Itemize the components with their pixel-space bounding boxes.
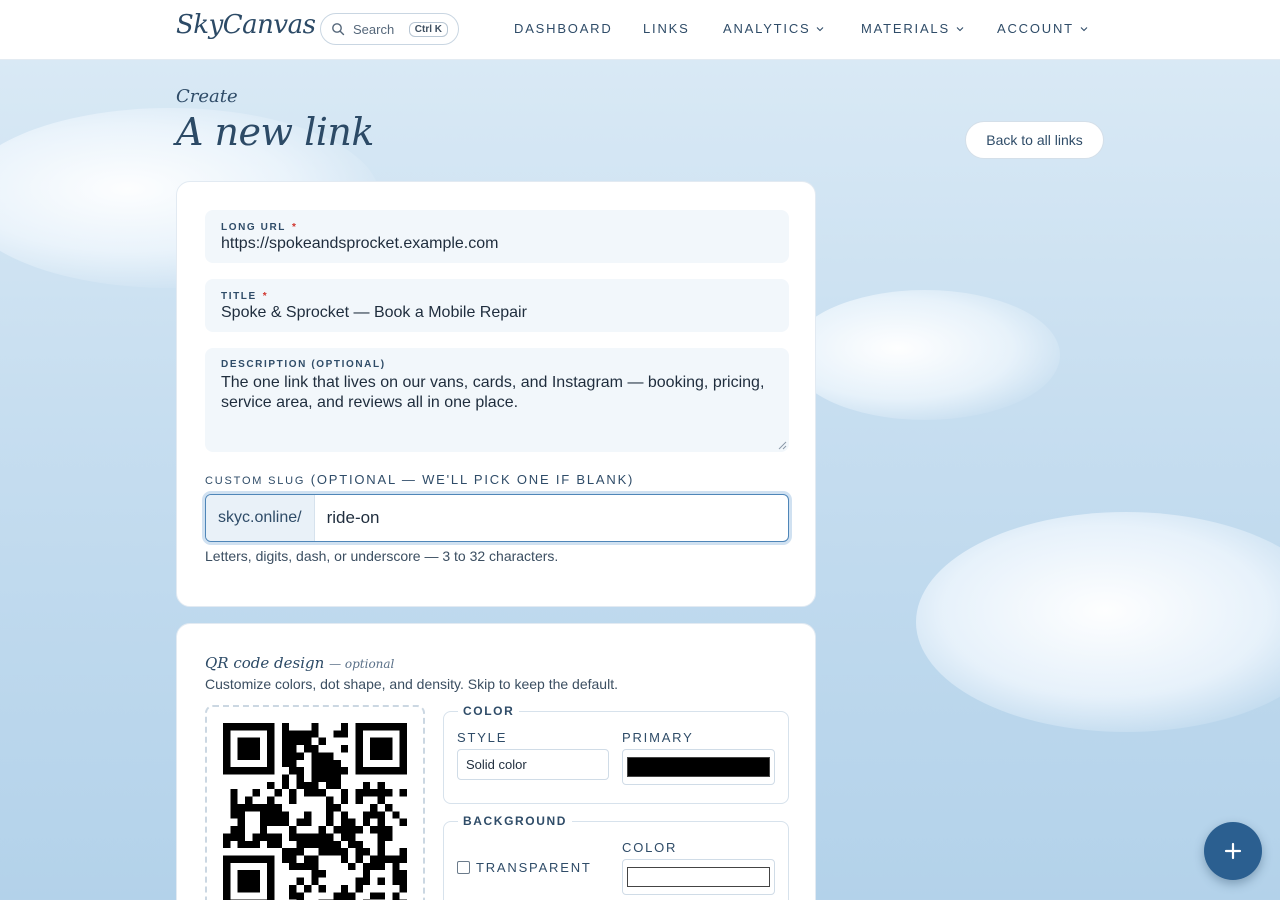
- qr-code-icon: [223, 723, 407, 900]
- shortcut-badge: Ctrl K: [408, 21, 448, 37]
- nav-item-label: ANALYTICS: [723, 21, 811, 36]
- background-legend: BACKGROUND: [458, 814, 572, 828]
- qr-code-preview: [205, 705, 425, 900]
- title-label: TITLE *: [221, 291, 269, 302]
- create-fab-button[interactable]: [1204, 822, 1262, 880]
- nav-item-links[interactable]: LINKS: [643, 21, 690, 36]
- chevron-down-icon: [1080, 26, 1088, 31]
- nav-item-label: DASHBOARD: [514, 21, 613, 36]
- description-field[interactable]: DESCRIPTION (OPTIONAL) The one link that…: [205, 348, 789, 452]
- link-form-card: LONG URL * https://spokeandsprocket.examp…: [176, 181, 816, 607]
- qr-heading: QR code design — optional: [205, 654, 395, 672]
- primary-color-swatch: [627, 757, 770, 777]
- color-style-select[interactable]: Solid color: [457, 749, 609, 780]
- top-navigation: SkyCanvas Search Ctrl K DASHBOARD LINKS …: [0, 0, 1280, 60]
- search-icon: [332, 23, 345, 36]
- nav-item-label: MATERIALS: [861, 21, 950, 36]
- app-logo[interactable]: SkyCanvas: [176, 10, 316, 40]
- nav-item-label: ACCOUNT: [997, 21, 1074, 36]
- qr-design-card: QR code design — optional Customize colo…: [176, 623, 816, 900]
- nav-item-materials[interactable]: MATERIALS: [861, 21, 964, 36]
- transparent-label: TRANSPARENT: [476, 860, 592, 875]
- title-value: Spoke & Sprocket — Book a Mobile Repair: [221, 304, 527, 321]
- required-mark: *: [262, 291, 269, 302]
- background-cloud: [916, 512, 1280, 732]
- chevron-down-icon: [956, 26, 964, 31]
- title-field[interactable]: TITLE * Spoke & Sprocket — Book a Mobile …: [205, 279, 789, 332]
- background-color-label: COLOR: [622, 840, 678, 855]
- custom-slug-label: CUSTOM SLUG (OPTIONAL — WE'LL PICK ONE I…: [205, 472, 635, 487]
- description-value: The one link that lives on our vans, car…: [221, 374, 765, 411]
- long-url-field[interactable]: LONG URL * https://spokeandsprocket.examp…: [205, 210, 789, 263]
- slug-help-text: Letters, digits, dash, or underscore — 3…: [205, 548, 559, 564]
- style-label: STYLE: [457, 730, 508, 745]
- required-mark: *: [292, 222, 298, 233]
- qr-color-group: COLOR STYLE Solid color PRIMARY: [443, 704, 789, 804]
- search-label: Search: [353, 21, 395, 37]
- custom-slug-input[interactable]: skyc.online/ ride-on: [205, 494, 789, 542]
- nav-item-account[interactable]: ACCOUNT: [997, 21, 1088, 36]
- background-color-picker[interactable]: [622, 859, 775, 895]
- long-url-label: LONG URL *: [221, 222, 298, 233]
- long-url-value: https://spokeandsprocket.example.com: [221, 235, 499, 252]
- slug-domain-prefix: skyc.online/: [206, 495, 315, 541]
- resize-handle-icon[interactable]: [777, 440, 787, 450]
- search-button[interactable]: Search Ctrl K: [320, 13, 459, 45]
- nav-item-analytics[interactable]: ANALYTICS: [723, 21, 824, 36]
- background-cloud: [790, 290, 1060, 420]
- chevron-down-icon: [817, 26, 824, 31]
- primary-color-picker[interactable]: [622, 749, 775, 785]
- page-title: A new link: [176, 110, 374, 154]
- primary-color-label: PRIMARY: [622, 730, 694, 745]
- color-legend: COLOR: [458, 704, 520, 718]
- page-eyebrow: Create: [176, 86, 238, 107]
- nav-item-label: LINKS: [643, 21, 690, 36]
- back-to-links-button[interactable]: Back to all links: [965, 121, 1104, 159]
- nav-item-dashboard[interactable]: DASHBOARD: [514, 21, 613, 36]
- qr-background-group: BACKGROUND TRANSPARENT COLOR: [443, 814, 789, 900]
- slug-value: ride-on: [326, 508, 380, 527]
- description-label: DESCRIPTION (OPTIONAL): [221, 359, 386, 370]
- qr-subtitle: Customize colors, dot shape, and density…: [205, 676, 618, 692]
- background-color-swatch: [627, 867, 770, 887]
- plus-icon: [1224, 842, 1242, 860]
- transparent-checkbox[interactable]: [457, 861, 470, 874]
